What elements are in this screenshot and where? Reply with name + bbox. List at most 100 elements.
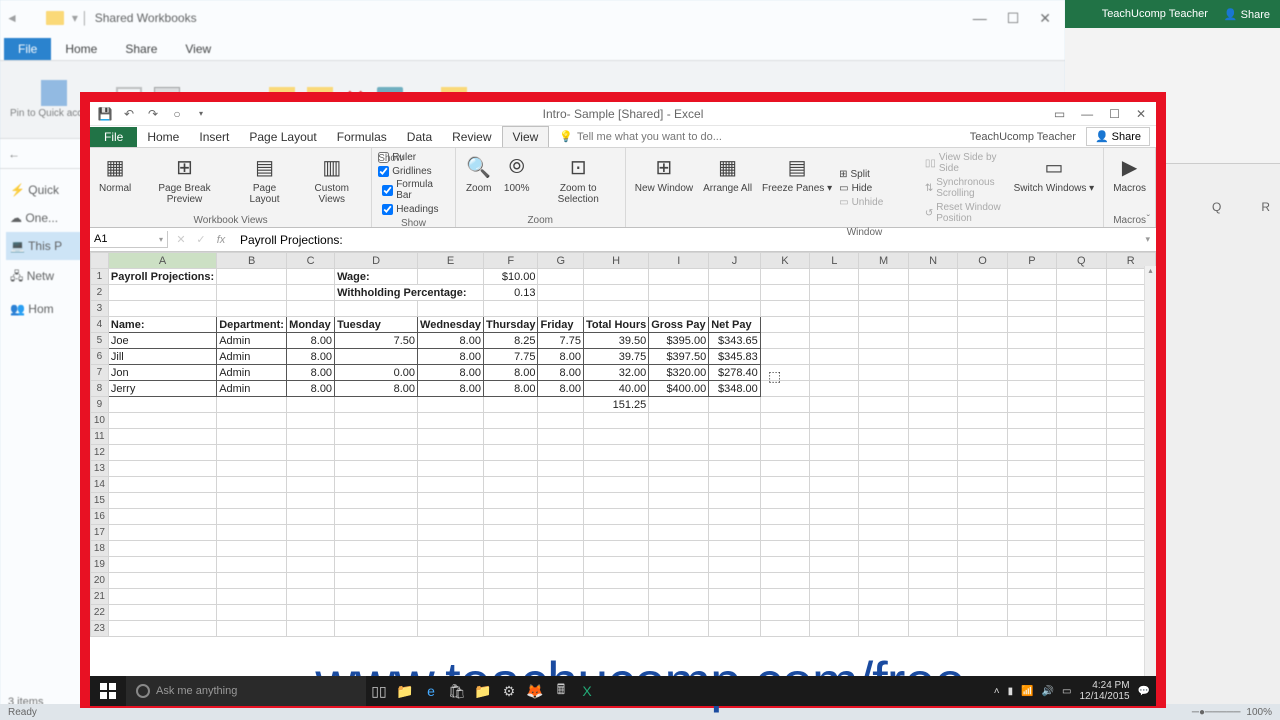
cell[interactable] [217, 621, 287, 637]
cell[interactable] [908, 573, 957, 589]
tray-network-icon[interactable]: 📶 [1021, 686, 1033, 697]
menu-file[interactable]: File [90, 127, 137, 147]
cell[interactable] [810, 301, 859, 317]
cell[interactable] [649, 413, 709, 429]
cell[interactable]: 8.00 [287, 365, 335, 381]
row-header[interactable]: 5 [91, 333, 109, 349]
cell[interactable]: 7.75 [538, 333, 583, 349]
cell[interactable] [859, 381, 908, 397]
cell[interactable] [1007, 413, 1056, 429]
cell[interactable] [649, 445, 709, 461]
cell[interactable] [108, 477, 216, 493]
col-header-M[interactable]: M [859, 253, 908, 269]
cell[interactable]: 8.00 [335, 381, 418, 397]
cell[interactable] [810, 285, 859, 301]
cell[interactable] [760, 285, 809, 301]
cell[interactable] [1057, 333, 1106, 349]
cell[interactable] [709, 573, 761, 589]
name-box[interactable]: A1 [90, 231, 168, 248]
cell[interactable]: Net Pay [709, 317, 761, 333]
cell[interactable] [108, 445, 216, 461]
row-header[interactable]: 13 [91, 461, 109, 477]
cell[interactable] [287, 605, 335, 621]
row-header[interactable]: 21 [91, 589, 109, 605]
col-header-P[interactable]: P [1007, 253, 1056, 269]
cell[interactable] [538, 525, 583, 541]
cell[interactable] [1057, 589, 1106, 605]
cell[interactable] [217, 461, 287, 477]
cell[interactable] [583, 557, 648, 573]
cell[interactable] [538, 477, 583, 493]
cell[interactable] [217, 589, 287, 605]
cell[interactable] [418, 541, 484, 557]
cell[interactable]: 7.75 [483, 349, 538, 365]
cell[interactable] [1057, 541, 1106, 557]
cell[interactable] [583, 413, 648, 429]
cell[interactable] [538, 413, 583, 429]
cell[interactable] [908, 365, 957, 381]
cell[interactable] [538, 285, 583, 301]
cell[interactable] [810, 557, 859, 573]
cell[interactable] [1057, 557, 1106, 573]
cell[interactable] [217, 301, 287, 317]
cell[interactable] [538, 605, 583, 621]
cell[interactable] [859, 621, 908, 637]
cell[interactable] [217, 573, 287, 589]
cell[interactable] [1057, 461, 1106, 477]
taskbar-firefox-icon[interactable]: 🦊 [522, 676, 548, 706]
cell[interactable] [958, 269, 1007, 285]
cell[interactable] [583, 285, 648, 301]
zoom-button[interactable]: 🔍Zoom [462, 151, 496, 213]
cell[interactable] [810, 349, 859, 365]
cell[interactable] [583, 445, 648, 461]
cell[interactable] [810, 365, 859, 381]
cell[interactable] [908, 317, 957, 333]
custom-views-button[interactable]: ▥Custom Views [298, 151, 365, 213]
cell[interactable] [908, 477, 957, 493]
cell[interactable] [287, 573, 335, 589]
cell[interactable] [709, 493, 761, 509]
cell[interactable] [908, 525, 957, 541]
taskbar-explorer-icon[interactable]: 📁 [392, 676, 418, 706]
zoom-selection-button[interactable]: ⊡Zoom to Selection [538, 151, 619, 213]
row-header[interactable]: 2 [91, 285, 109, 301]
cell[interactable] [859, 541, 908, 557]
cell[interactable] [335, 525, 418, 541]
page-layout-button[interactable]: ▤Page Layout [235, 151, 295, 213]
cell[interactable] [649, 397, 709, 413]
cell[interactable] [859, 397, 908, 413]
cell[interactable] [538, 397, 583, 413]
cell[interactable] [908, 621, 957, 637]
row-header[interactable]: 8 [91, 381, 109, 397]
cell[interactable] [908, 285, 957, 301]
cell[interactable] [760, 461, 809, 477]
cell[interactable] [908, 445, 957, 461]
cell[interactable]: Thursday [483, 317, 538, 333]
cell[interactable] [760, 445, 809, 461]
tray-volume-icon[interactable]: 🔊 [1042, 686, 1054, 697]
cell[interactable] [908, 301, 957, 317]
col-header-K[interactable]: K [760, 253, 809, 269]
cell[interactable] [335, 301, 418, 317]
cell[interactable] [958, 461, 1007, 477]
cell[interactable] [538, 493, 583, 509]
cell[interactable] [418, 509, 484, 525]
cell[interactable]: Withholding Percentage: [335, 285, 484, 301]
cell[interactable]: 7.50 [335, 333, 418, 349]
cell[interactable]: Total Hours [583, 317, 648, 333]
menu-review[interactable]: Review [442, 127, 501, 147]
cell[interactable] [810, 573, 859, 589]
row-header[interactable]: 14 [91, 477, 109, 493]
page-break-button[interactable]: ⊞Page Break Preview [138, 151, 231, 213]
cell[interactable] [108, 509, 216, 525]
cell[interactable] [483, 509, 538, 525]
row-header[interactable]: 22 [91, 605, 109, 621]
cell[interactable] [287, 413, 335, 429]
explorer-tab-file[interactable]: File [4, 38, 51, 60]
cell[interactable] [1007, 557, 1056, 573]
cell[interactable] [958, 493, 1007, 509]
cell[interactable] [709, 397, 761, 413]
cell[interactable] [760, 333, 809, 349]
cell[interactable] [108, 461, 216, 477]
cell[interactable] [958, 573, 1007, 589]
